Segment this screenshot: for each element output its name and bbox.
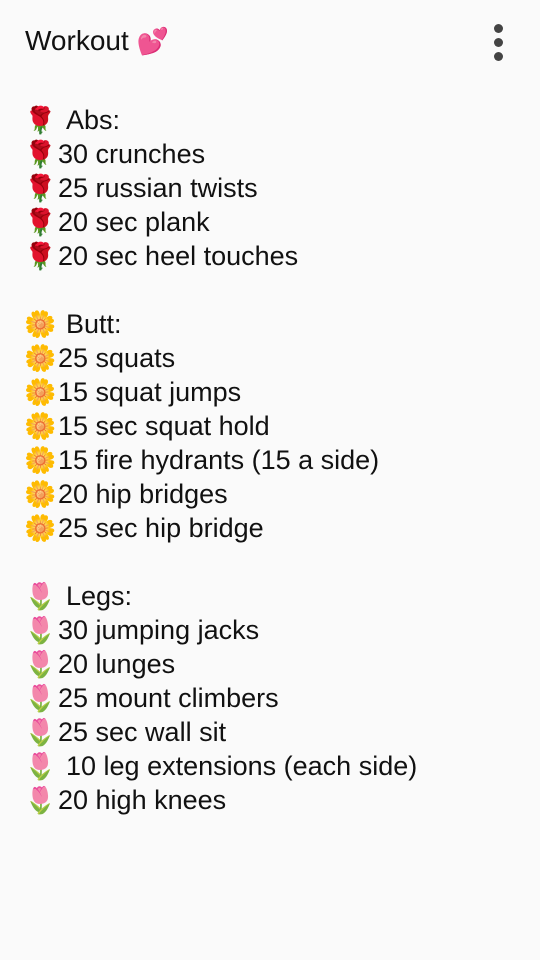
section-heading-text: Butt:: [66, 309, 122, 339]
tulip-icon: 🌷: [24, 683, 57, 713]
blossom-icon: 🌼: [24, 479, 57, 509]
list-item: 🌹 20 sec heel touches: [24, 239, 524, 273]
note-body[interactable]: 🌹 Abs: 🌹 30 crunches 🌹 25 russian twists 🌹 20 s…: [24, 103, 524, 817]
list-item: 🌷 20 high knees: [24, 783, 524, 817]
note-title-text: Workout: [25, 25, 129, 56]
section-heading: 🌷 Legs:: [24, 579, 524, 613]
list-item: 🌷 10 leg extensions (each side): [24, 749, 524, 783]
rose-icon: 🌹: [24, 207, 57, 237]
list-item-text: 20 sec plank: [58, 207, 210, 237]
list-item: 🌹 25 russian twists: [24, 171, 524, 205]
note-title[interactable]: Workout 💕: [25, 22, 169, 60]
list-item-text: 30 jumping jacks: [58, 615, 260, 645]
list-item: 🌼 25 squats: [24, 341, 524, 375]
list-item-text: 10 leg extensions (each side): [66, 751, 418, 781]
list-item-text: 15 squat jumps: [58, 377, 242, 407]
list-item: 🌹 20 sec plank: [24, 205, 524, 239]
list-item-text: 25 sec wall sit: [58, 717, 227, 747]
blossom-icon: 🌼: [24, 445, 57, 475]
section-heading-text: Legs:: [66, 581, 133, 611]
list-item: 🌼 25 sec hip bridge: [24, 511, 524, 545]
list-item: 🌷 30 jumping jacks: [24, 613, 524, 647]
list-item-text: 20 sec heel touches: [58, 241, 299, 271]
rose-icon: 🌹: [24, 105, 57, 135]
rose-icon: 🌹: [24, 241, 57, 271]
list-item: 🌷 25 sec wall sit: [24, 715, 524, 749]
rose-icon: 🌹: [24, 139, 57, 169]
blossom-icon: 🌼: [24, 411, 57, 441]
list-item-text: 20 hip bridges: [58, 479, 228, 509]
list-item: 🌹 30 crunches: [24, 137, 524, 171]
two-hearts-icon: 💕: [136, 26, 170, 56]
more-vertical-icon: [493, 37, 503, 47]
list-item-text: 20 high knees: [58, 785, 227, 815]
tulip-icon: 🌷: [24, 581, 57, 611]
list-item-text: 25 russian twists: [58, 173, 258, 203]
tulip-icon: 🌷: [24, 649, 57, 679]
tulip-icon: 🌷: [24, 615, 57, 645]
more-vertical-icon: [493, 51, 503, 61]
section-heading: 🌹 Abs:: [24, 103, 524, 137]
list-item: 🌷 25 mount climbers: [24, 681, 524, 715]
blossom-icon: 🌼: [24, 309, 57, 339]
list-item: 🌼 15 fire hydrants (15 a side): [24, 443, 524, 477]
tulip-icon: 🌷: [24, 751, 57, 781]
more-vertical-icon: [493, 23, 503, 33]
tulip-icon: 🌷: [24, 785, 57, 815]
list-item-text: 20 lunges: [58, 649, 176, 679]
list-item-text: 15 sec squat hold: [58, 411, 270, 441]
list-item: 🌼 20 hip bridges: [24, 477, 524, 511]
rose-icon: 🌹: [24, 173, 57, 203]
list-item-text: 25 sec hip bridge: [58, 513, 264, 543]
list-item-text: 25 mount climbers: [58, 683, 279, 713]
list-item: 🌼 15 squat jumps: [24, 375, 524, 409]
list-item: 🌷 20 lunges: [24, 647, 524, 681]
section-heading-text: Abs:: [66, 105, 121, 135]
list-item: 🌼 15 sec squat hold: [24, 409, 524, 443]
section-heading: 🌼 Butt:: [24, 307, 524, 341]
more-options-button[interactable]: [484, 22, 512, 62]
tulip-icon: 🌷: [24, 717, 57, 747]
blossom-icon: 🌼: [24, 513, 57, 543]
blossom-icon: 🌼: [24, 377, 57, 407]
blossom-icon: 🌼: [24, 343, 57, 373]
list-item-text: 25 squats: [58, 343, 176, 373]
list-item-text: 15 fire hydrants (15 a side): [58, 445, 380, 475]
app-header: Workout 💕: [0, 0, 540, 82]
list-item-text: 30 crunches: [58, 139, 206, 169]
